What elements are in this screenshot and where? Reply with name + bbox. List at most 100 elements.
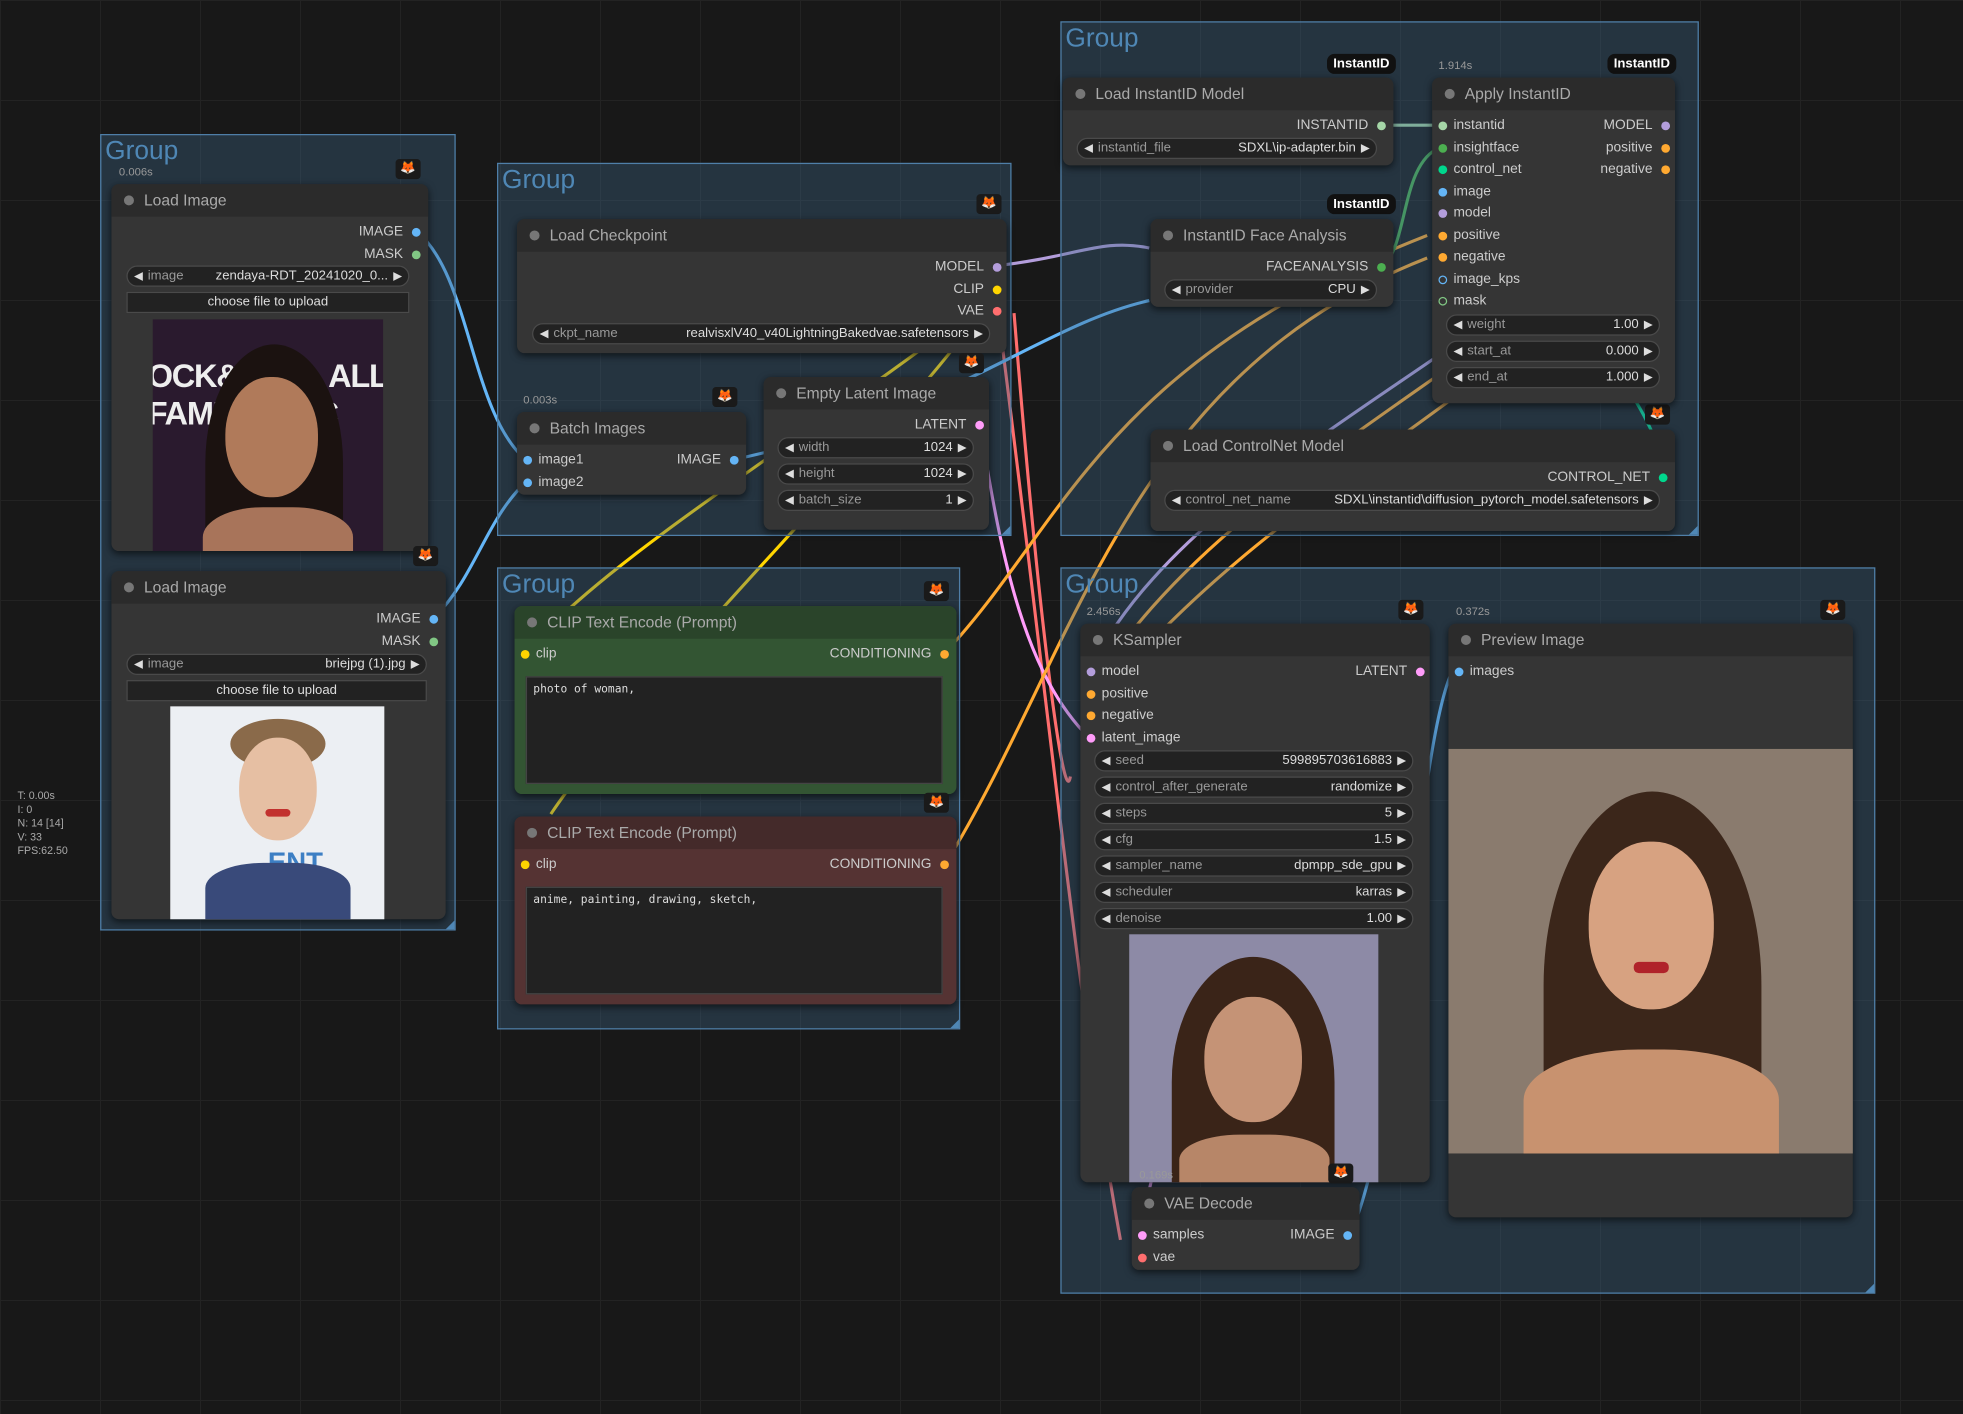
resize-handle[interactable] (1688, 526, 1698, 535)
node-title[interactable]: Apply InstantID (1432, 77, 1676, 111)
collapse-dot[interactable] (1444, 88, 1455, 99)
fox-icon[interactable]: 🦊 (712, 386, 738, 408)
arrow-left-icon[interactable]: ◀ (1084, 139, 1093, 158)
node-title[interactable]: CLIP Text Encode (Prompt) (514, 816, 957, 850)
arrow-right-icon[interactable]: ▶ (958, 438, 967, 457)
slot-dot[interactable] (729, 455, 739, 465)
output-positive[interactable]: positive (1606, 139, 1671, 157)
node-ksampler[interactable]: KSampler model positive negative latent_… (1080, 623, 1430, 1183)
slot-dot[interactable] (975, 420, 984, 430)
node-title[interactable]: Load Image (111, 571, 446, 604)
arrow-right-icon[interactable]: ▶ (1397, 909, 1406, 928)
arrow-left-icon[interactable]: ◀ (134, 655, 143, 674)
collapse-dot[interactable] (123, 582, 134, 593)
arrow-left-icon[interactable]: ◀ (1453, 368, 1462, 387)
control-net-combo[interactable]: ◀ control_net_name SDXL\instantid\diffusio… (1164, 489, 1661, 511)
output-image[interactable]: IMAGE (677, 451, 739, 469)
output-latent[interactable]: LATENT (915, 416, 984, 434)
control-after-generate-widget[interactable]: ◀ control_after_generate randomize ▶ (1094, 776, 1414, 798)
output-conditioning[interactable]: CONDITIONING (830, 855, 949, 873)
arrow-right-icon[interactable]: ▶ (1644, 368, 1653, 387)
instantid-file-combo[interactable]: ◀ instantid_file SDXL\ip-adapter.bin ▶ (1076, 137, 1378, 160)
output-instantid[interactable]: INSTANTID (1297, 116, 1386, 134)
slot-dot[interactable] (1438, 275, 1448, 285)
input-images[interactable]: images (1448, 663, 1514, 681)
node-title[interactable]: CLIP Text Encode (Prompt) (514, 606, 957, 639)
fox-icon[interactable]: 🦊 (976, 194, 1002, 215)
collapse-dot[interactable] (123, 195, 134, 206)
output-model[interactable]: MODEL (935, 258, 1002, 276)
input-samples[interactable]: samples (1132, 1226, 1204, 1244)
fox-icon[interactable]: 🦊 (1820, 599, 1846, 620)
prompt-textarea[interactable]: photo of woman, (525, 676, 943, 785)
node-vae-decode[interactable]: VAE Decode samples vae IMAGE (1131, 1187, 1360, 1270)
slot-dot[interactable] (1086, 690, 1096, 699)
node-title[interactable]: Preview Image (1448, 623, 1853, 657)
fox-icon[interactable]: 🦊 (413, 546, 439, 567)
collapse-dot[interactable] (529, 423, 540, 434)
input-image[interactable]: image (1432, 183, 1491, 201)
input-positive[interactable]: positive (1080, 685, 1148, 703)
arrow-right-icon[interactable]: ▶ (1397, 778, 1406, 797)
slot-dot[interactable] (940, 860, 949, 870)
collapse-dot[interactable] (1075, 88, 1086, 99)
input-negative[interactable]: negative (1080, 706, 1154, 724)
arrow-left-icon[interactable]: ◀ (1172, 491, 1181, 510)
collapse-dot[interactable] (527, 617, 538, 628)
input-image1[interactable]: image1 (517, 451, 583, 469)
arrow-left-icon[interactable]: ◀ (134, 267, 143, 286)
arrow-right-icon[interactable]: ▶ (1397, 883, 1406, 902)
collapse-dot[interactable] (1163, 440, 1174, 451)
arrow-left-icon[interactable]: ◀ (1102, 830, 1111, 849)
arrow-right-icon[interactable]: ▶ (1644, 316, 1653, 335)
seed-widget[interactable]: ◀ seed 599895703616883 ▶ (1094, 750, 1414, 772)
node-title[interactable]: Load Image (111, 184, 429, 217)
arrow-right-icon[interactable]: ▶ (958, 465, 967, 484)
arrow-left-icon[interactable]: ◀ (1172, 281, 1181, 300)
output-negative[interactable]: negative (1600, 160, 1671, 178)
slot-dot[interactable] (1137, 1253, 1147, 1263)
arrow-left-icon[interactable]: ◀ (1102, 751, 1111, 770)
slot-dot[interactable] (1438, 209, 1448, 218)
resize-handle[interactable] (950, 1019, 959, 1029)
resize-handle[interactable] (445, 920, 455, 930)
steps-widget[interactable]: ◀ steps 5 ▶ (1094, 802, 1414, 825)
slot-dot[interactable] (411, 227, 421, 237)
slot-dot[interactable] (1661, 121, 1671, 131)
arrow-left-icon[interactable]: ◀ (1102, 804, 1111, 823)
node-preview-image[interactable]: Preview Image images (1448, 623, 1853, 1218)
denoise-widget[interactable]: ◀ denoise 1.00 ▶ (1094, 907, 1414, 930)
slot-dot[interactable] (992, 263, 1002, 272)
arrow-right-icon[interactable]: ▶ (1361, 139, 1370, 158)
output-control-net[interactable]: CONTROL_NET (1547, 468, 1668, 486)
slot-dot[interactable] (1086, 667, 1096, 677)
node-load-checkpoint[interactable]: Load Checkpoint MODEL CLIP VAE ◀ ckpt_nam… (517, 219, 1007, 354)
arrow-right-icon[interactable]: ▶ (1397, 751, 1406, 770)
ckpt-combo[interactable]: ◀ ckpt_name realvisxlV40_v40LightningBaked… (532, 323, 991, 345)
slot-dot[interactable] (1343, 1231, 1353, 1240)
collapse-dot[interactable] (1163, 230, 1174, 241)
output-image[interactable]: IMAGE (359, 223, 421, 241)
fox-icon[interactable]: 🦊 (958, 353, 984, 374)
arrow-left-icon[interactable]: ◀ (1102, 909, 1111, 928)
output-faceanalysis[interactable]: FACEANALYSIS (1266, 258, 1386, 276)
slot-dot[interactable] (1661, 144, 1671, 153)
slot-dot[interactable] (992, 306, 1002, 316)
output-model[interactable]: MODEL (1604, 116, 1671, 134)
arrow-right-icon[interactable]: ▶ (393, 267, 402, 286)
arrow-left-icon[interactable]: ◀ (1102, 883, 1111, 902)
arrow-right-icon[interactable]: ▶ (1361, 281, 1370, 300)
resize-handle[interactable] (1001, 526, 1011, 535)
arrow-right-icon[interactable]: ▶ (1397, 857, 1406, 876)
slot-dot[interactable] (1438, 187, 1448, 197)
cfg-widget[interactable]: ◀ cfg 1.5 ▶ (1094, 829, 1414, 851)
input-model[interactable]: model (1432, 204, 1491, 222)
width-widget[interactable]: ◀ width 1024 ▶ (777, 437, 974, 459)
input-image2[interactable]: image2 (517, 473, 583, 491)
arrow-right-icon[interactable]: ▶ (1644, 342, 1653, 361)
input-mask[interactable]: mask (1432, 292, 1486, 310)
arrow-left-icon[interactable]: ◀ (540, 324, 549, 343)
node-title[interactable]: KSampler (1080, 623, 1430, 657)
collapse-dot[interactable] (1144, 1198, 1155, 1209)
output-vae[interactable]: VAE (957, 302, 1002, 320)
